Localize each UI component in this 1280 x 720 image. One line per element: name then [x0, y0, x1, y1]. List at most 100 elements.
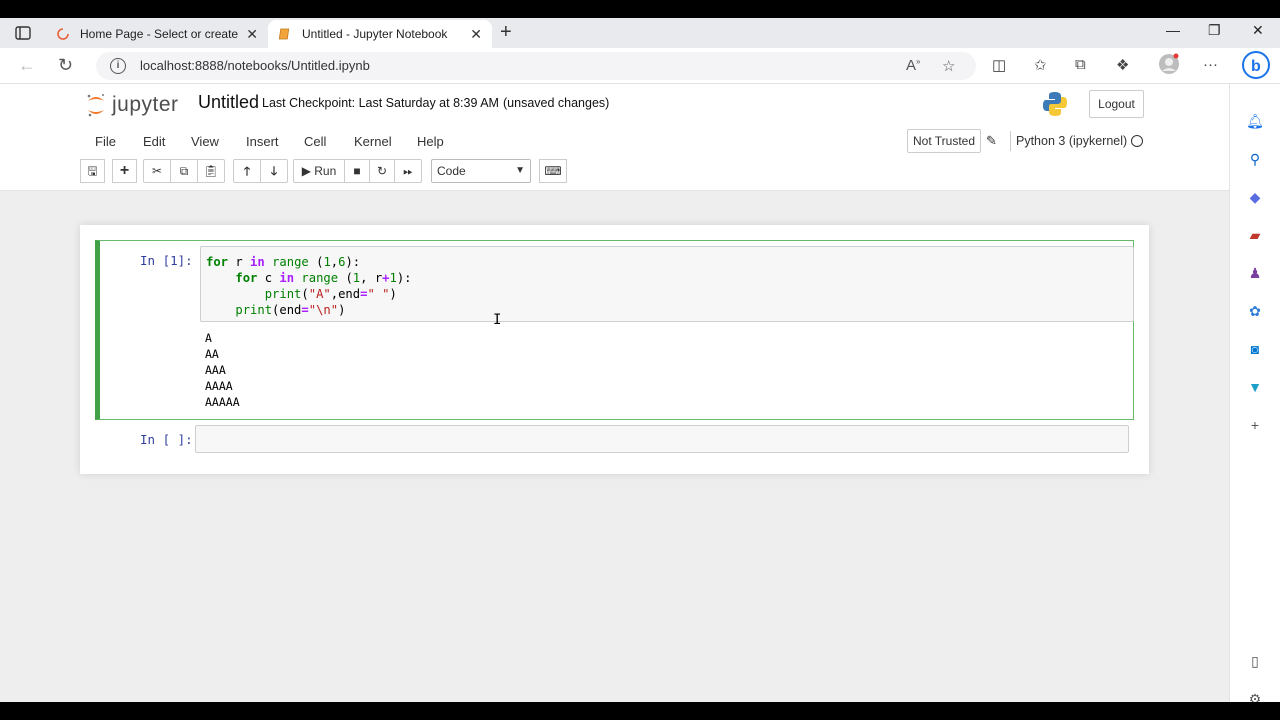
notebook-container: In [1]: for r in range (1,6): for c in r…	[80, 225, 1149, 474]
tab-home-page[interactable]: Home Page - Select or create a n ✕	[46, 20, 268, 48]
chevron-down-icon: ▼	[515, 165, 525, 176]
clipboard-group: ✂ ⧉ 📋︎	[143, 159, 225, 183]
back-icon[interactable]: ←	[18, 55, 36, 76]
interrupt-icon[interactable]: ■	[344, 159, 370, 183]
favorite-star-icon[interactable]: ☆	[942, 57, 955, 75]
notebook-title[interactable]: Untitled	[198, 92, 259, 113]
save-icon[interactable]: 🖫︎	[80, 159, 105, 183]
restart-icon[interactable]: ↻	[369, 159, 395, 183]
restore-icon[interactable]: ❐	[1208, 22, 1221, 39]
jupyter-page: jupyter Untitled Last Checkpoint: Last S…	[0, 85, 1229, 702]
output-line: AAA	[205, 363, 226, 377]
edge-sidebar: 🔔︎ ⚲ ◆ ▰ ♟ ✿ ◙ ▼ + ▯ ⚙	[1229, 84, 1280, 702]
close-tab-icon[interactable]: ✕	[246, 26, 258, 43]
tools-briefcase-icon[interactable]: ▰	[1246, 226, 1264, 244]
tab-untitled-notebook[interactable]: Untitled - Jupyter Notebook ✕	[268, 20, 492, 48]
insert-cell-icon[interactable]: +	[112, 159, 137, 183]
menu-edit[interactable]: Edit	[143, 134, 165, 149]
output-line: AAAA	[205, 379, 233, 393]
menu-kernel[interactable]: Kernel	[354, 134, 392, 149]
notification-bell-icon[interactable]: 🔔︎	[1246, 112, 1264, 130]
tab-title: Untitled - Jupyter Notebook	[302, 27, 448, 41]
python-logo-icon	[1041, 90, 1069, 118]
settings-gear-icon[interactable]: ⚙	[1246, 690, 1264, 702]
input-prompt: In [1]:	[140, 253, 193, 268]
tab-actions-icon[interactable]	[10, 24, 36, 42]
menu-bar: File Edit View Insert Cell Kernel Help N…	[80, 127, 1149, 157]
output-line: AA	[205, 347, 219, 361]
profile-avatar-icon[interactable]	[1158, 53, 1180, 79]
notebook-favicon-icon	[278, 27, 292, 41]
close-tab-icon[interactable]: ✕	[470, 26, 482, 43]
kernel-name[interactable]: Python 3 (ipykernel)	[1016, 134, 1127, 148]
code-editor[interactable]	[195, 425, 1129, 453]
jupyter-logo[interactable]: jupyter	[86, 90, 179, 120]
copy-icon[interactable]: ⧉	[170, 159, 198, 183]
move-group: 🡑 🡓	[233, 159, 288, 183]
address-bar[interactable]: i localhost:8888/notebooks/Untitled.ipyn…	[96, 52, 976, 80]
kernel-idle-icon	[1131, 135, 1143, 147]
add-sidebar-app-icon[interactable]: +	[1246, 416, 1264, 434]
menu-cell[interactable]: Cell	[304, 134, 326, 149]
input-prompt: In [ ]:	[140, 432, 193, 447]
favorites-icon[interactable]: ✩	[1034, 56, 1047, 74]
code-cell-selected[interactable]: In [1]: for r in range (1,6): for c in r…	[95, 240, 1134, 420]
close-window-icon[interactable]: ✕	[1252, 22, 1264, 39]
browser-window: Home Page - Select or create a n ✕ Untit…	[0, 18, 1280, 702]
unsaved-indicator: (unsaved changes)	[503, 96, 610, 110]
text-cursor-icon: I	[493, 312, 502, 328]
collections-icon[interactable]: ⧉	[1075, 56, 1086, 73]
shopping-tag-icon[interactable]: ◆	[1246, 188, 1264, 206]
split-screen-icon[interactable]: ◫	[992, 56, 1006, 74]
loading-spinner-icon	[56, 27, 70, 41]
more-menu-icon[interactable]: ···	[1203, 56, 1218, 73]
move-down-icon[interactable]: 🡓	[260, 159, 288, 183]
url-text: localhost:8888/notebooks/Untitled.ipynb	[140, 58, 370, 73]
checkpoint-status: Last Checkpoint: Last Saturday at 8:39 A…	[262, 96, 499, 110]
outlook-icon[interactable]: ◙	[1246, 340, 1264, 358]
bing-copilot-icon[interactable]: b	[1241, 50, 1271, 84]
keyboard-shortcuts-icon[interactable]: ⌨	[539, 159, 567, 183]
games-icon[interactable]: ♟	[1246, 264, 1264, 282]
tab-title: Home Page - Select or create a n	[80, 27, 239, 41]
cut-icon[interactable]: ✂	[143, 159, 171, 183]
run-group: ▶ Run ■ ↻ ⏩︎	[293, 159, 422, 183]
logout-button[interactable]: Logout	[1089, 90, 1144, 118]
cell-type-value: Code	[437, 164, 466, 178]
menu-file[interactable]: File	[95, 134, 116, 149]
microsoft-365-icon[interactable]: ✿	[1246, 302, 1264, 320]
extensions-icon[interactable]: ❖	[1116, 56, 1129, 74]
cell-output: A AA AAA AAAA AAAAA	[205, 330, 240, 410]
output-line: A	[205, 331, 212, 345]
read-aloud-icon[interactable]: A»	[906, 57, 920, 74]
svg-text:b: b	[1251, 58, 1261, 75]
refresh-icon[interactable]: ↻	[58, 55, 73, 76]
output-line: AAAAA	[205, 395, 240, 409]
code-cell-empty[interactable]: In [ ]:	[95, 420, 1134, 456]
jupyter-wordmark: jupyter	[112, 93, 179, 116]
menu-help[interactable]: Help	[417, 134, 444, 149]
cell-type-select[interactable]: Code ▼	[431, 159, 531, 183]
run-button[interactable]: ▶ Run	[293, 159, 345, 183]
search-icon[interactable]: ⚲	[1246, 150, 1264, 168]
jupyter-logo-icon	[86, 93, 106, 117]
move-up-icon[interactable]: 🡑	[233, 159, 261, 183]
edit-pencil-icon[interactable]: ✎	[986, 133, 997, 149]
trust-status-button[interactable]: Not Trusted	[907, 129, 982, 153]
kernel-divider	[1010, 131, 1011, 151]
paste-icon[interactable]: 📋︎	[197, 159, 225, 183]
new-tab-button[interactable]: +	[500, 21, 512, 44]
drop-icon[interactable]: ▼	[1246, 378, 1264, 396]
tab-strip: Home Page - Select or create a n ✕ Untit…	[0, 18, 1280, 48]
menu-insert[interactable]: Insert	[246, 134, 279, 149]
site-info-icon[interactable]: i	[110, 58, 126, 74]
code-editor[interactable]: for r in range (1,6): for c in range (1,…	[200, 246, 1134, 328]
hide-sidebar-icon[interactable]: ▯	[1246, 652, 1264, 670]
code-text: for r in range (1,6): for c in range (1,…	[206, 255, 412, 317]
play-icon: ▶	[301, 164, 315, 178]
minimize-icon[interactable]: —	[1166, 22, 1180, 38]
menu-view[interactable]: View	[191, 134, 219, 149]
jupyter-header: jupyter Untitled Last Checkpoint: Last S…	[0, 85, 1229, 191]
restart-run-all-icon[interactable]: ⏩︎	[394, 159, 422, 183]
run-label: Run	[314, 164, 337, 178]
